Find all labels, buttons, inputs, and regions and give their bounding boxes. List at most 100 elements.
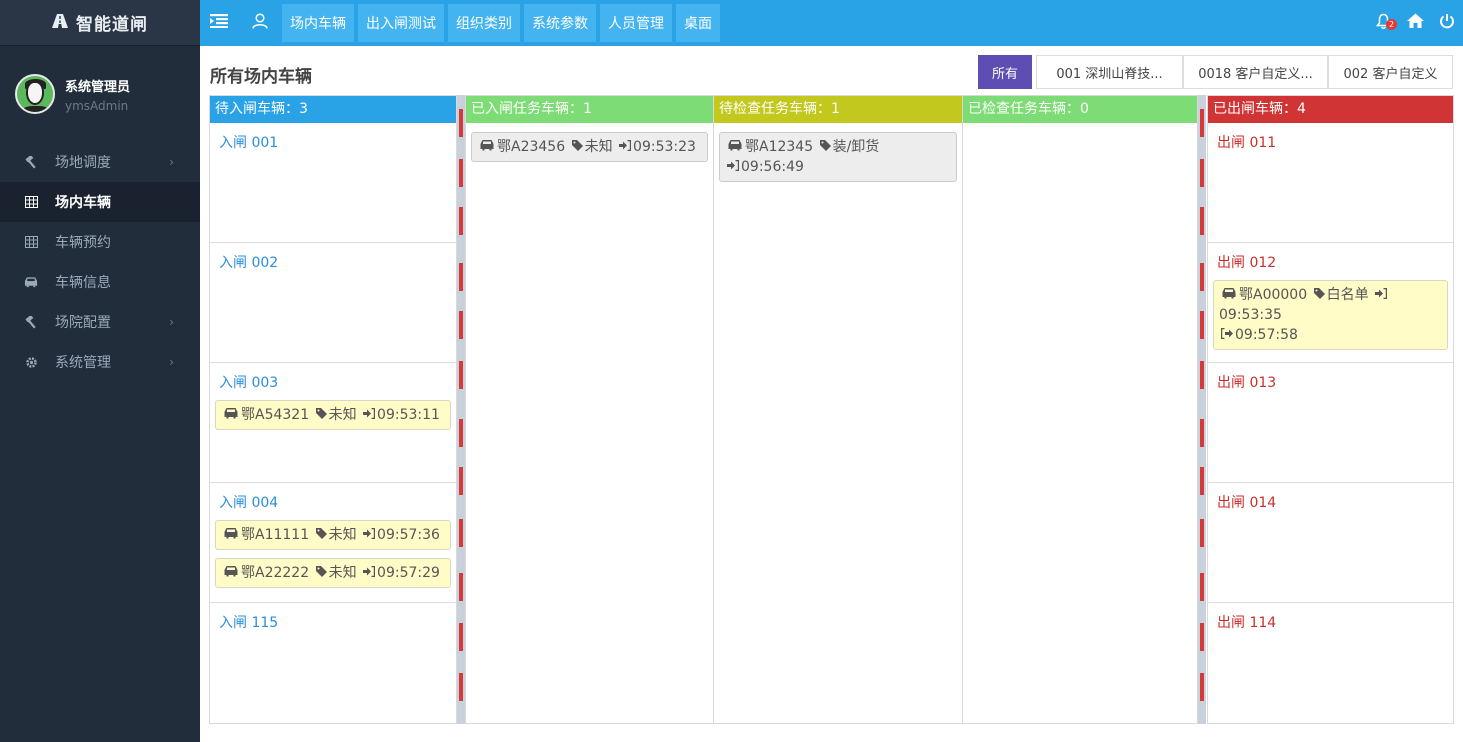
car-icon: [223, 566, 239, 580]
sidebar-item-label: 系统管理: [55, 355, 111, 371]
sidebar-item-system-admin[interactable]: 系统管理 ›: [0, 342, 200, 382]
tab-vehicles-in-yard[interactable]: 场内车辆: [282, 4, 354, 42]
tab-system-params[interactable]: 系统参数: [524, 4, 596, 42]
gate-lane-title: 入闸 001: [219, 135, 279, 151]
sign-in-icon: [363, 407, 376, 422]
vehicle-card[interactable]: 鄂A54321 未知 09:53:11: [215, 400, 451, 430]
vehicle-tag: 白名单: [1326, 287, 1369, 303]
tab-org-category[interactable]: 组织类别: [448, 4, 520, 42]
car-icon: [223, 528, 239, 542]
sidebar-item-vehicle-booking[interactable]: 车辆预约: [0, 222, 200, 262]
bell-icon[interactable]: 2: [1367, 13, 1399, 34]
chevron-right-icon: ›: [169, 155, 174, 169]
user-name: 系统管理员: [65, 79, 131, 95]
sidebar-item-site-dispatch[interactable]: 场地调度 ›: [0, 142, 200, 182]
gate-barrier: [457, 95, 465, 724]
gate-lane-title: 出闸 114: [1217, 615, 1277, 631]
sidebar-item-label: 车辆信息: [55, 275, 111, 291]
gate-lane: 入闸 003 鄂A54321 未知 09:53:11: [210, 363, 456, 483]
hammer-icon: [24, 155, 38, 169]
vehicle-tag: 未知: [584, 139, 613, 155]
tag-icon: [571, 140, 583, 154]
sidebar: 智能道闸 系统管理员 ymsAdmin 场地调度 › 场内车辆 车辆预约 车辆信…: [0, 0, 200, 742]
home-icon[interactable]: [1399, 13, 1431, 33]
table-icon: [24, 195, 38, 209]
gate-lane: 出闸 014: [1208, 483, 1453, 603]
plate-number: 鄂A12345: [745, 139, 814, 155]
vehicle-card[interactable]: 鄂A22222 未知 09:57:29: [215, 558, 451, 588]
power-icon[interactable]: [1431, 13, 1463, 34]
gate-lane: 入闸 001: [210, 123, 456, 243]
entry-time: 09:57:29: [377, 565, 440, 581]
user-panel: 系统管理员 ymsAdmin: [0, 46, 200, 142]
plate-number: 鄂A00000: [1239, 287, 1308, 303]
tag-icon: [315, 408, 327, 422]
filter-all-button[interactable]: 所有: [978, 55, 1032, 89]
sign-in-icon: [363, 565, 376, 580]
vehicle-card[interactable]: 鄂A23456 未知 09:53:23: [471, 132, 708, 162]
tag-icon: [315, 528, 327, 542]
avatar[interactable]: [15, 74, 55, 114]
plate-number: 鄂A22222: [241, 565, 310, 581]
sidebar-item-label: 车辆预约: [55, 235, 111, 251]
sidebar-item-label: 场院配置: [55, 315, 111, 331]
entry-time: 09:53:11: [377, 407, 440, 423]
gear-icon: [24, 355, 38, 369]
org-filter-group: 所有 001 深圳山脊技... 0018 客户自定义... 002 客户自定义: [974, 55, 1453, 89]
gate-lane: 入闸 115: [210, 603, 456, 723]
gate-lane: 出闸 011: [1208, 123, 1453, 243]
tab-desktop[interactable]: 桌面: [676, 4, 720, 42]
car-icon: [1221, 288, 1237, 302]
plate-number: 鄂A23456: [497, 139, 566, 155]
user-account: ymsAdmin: [65, 98, 129, 113]
column-header: 已入闸任务车辆：1: [466, 96, 713, 123]
entry-time: 09:56:49: [741, 159, 804, 175]
sidebar-item-label: 场地调度: [55, 155, 111, 171]
sidebar-item-vehicles-in-yard[interactable]: 场内车辆: [0, 182, 200, 222]
tag-icon: [315, 566, 327, 580]
filter-org-0018-button[interactable]: 0018 客户自定义...: [1183, 55, 1328, 89]
filter-org-001-button[interactable]: 001 深圳山脊技...: [1036, 55, 1183, 89]
menu-toggle-icon[interactable]: [200, 13, 238, 33]
hammer-icon: [24, 315, 38, 329]
column-header: 待检查任务车辆：1: [714, 96, 962, 123]
vehicle-card[interactable]: 鄂A12345 装/卸货 09:56:49: [719, 132, 957, 182]
column-inspected: 已检查任务车辆：0: [962, 95, 1198, 724]
sign-in-icon: [1375, 287, 1388, 302]
vehicle-card[interactable]: 鄂A00000 白名单 09:53:35 09:57:58: [1213, 280, 1448, 350]
tag-icon: [819, 140, 831, 154]
exit-time: 09:57:58: [1235, 327, 1298, 343]
gate-lane-title: 出闸 014: [1217, 495, 1277, 511]
filter-org-002-button[interactable]: 002 客户自定义: [1328, 55, 1453, 89]
sidebar-item-vehicle-info[interactable]: 车辆信息: [0, 262, 200, 302]
car-icon: [223, 408, 239, 422]
gate-lane-title: 出闸 013: [1217, 375, 1277, 391]
table-icon: [24, 235, 38, 249]
vehicle-card[interactable]: 鄂A11111 未知 09:57:36: [215, 520, 451, 550]
gate-lane-title: 入闸 002: [219, 255, 279, 271]
sign-in-icon: [727, 159, 740, 174]
column-entered: 已入闸任务车辆：1 鄂A23456 未知 09:53:23: [465, 95, 714, 724]
brand[interactable]: 智能道闸: [0, 0, 200, 46]
sidebar-menu: 场地调度 › 场内车辆 车辆预约 车辆信息 场院配置 › 系统管理 ›: [0, 142, 200, 382]
gate-lane: 出闸 114: [1208, 603, 1453, 723]
sidebar-item-yard-config[interactable]: 场院配置 ›: [0, 302, 200, 342]
notification-badge: 2: [1386, 18, 1397, 30]
sidebar-item-label: 场内车辆: [55, 195, 111, 211]
vehicle-tag: 未知: [328, 527, 357, 543]
tab-gate-test[interactable]: 出入闸测试: [358, 4, 444, 42]
car-icon: [24, 275, 38, 289]
gate-lane: 入闸 004 鄂A11111 未知 09:57:36 鄂A22222 未知 09…: [210, 483, 456, 603]
plate-number: 鄂A54321: [241, 407, 310, 423]
sign-out-icon: [1220, 327, 1233, 342]
car-icon: [727, 140, 743, 154]
entry-time: 09:53:35: [1219, 307, 1282, 323]
chevron-right-icon: ›: [169, 355, 174, 369]
tab-staff-management[interactable]: 人员管理: [600, 4, 672, 42]
entry-time: 09:57:36: [377, 527, 440, 543]
sign-in-icon: [363, 527, 376, 542]
user-icon[interactable]: [238, 12, 282, 34]
car-icon: [479, 140, 495, 154]
vehicle-tag: 未知: [328, 407, 357, 423]
sign-in-icon: [619, 139, 632, 154]
